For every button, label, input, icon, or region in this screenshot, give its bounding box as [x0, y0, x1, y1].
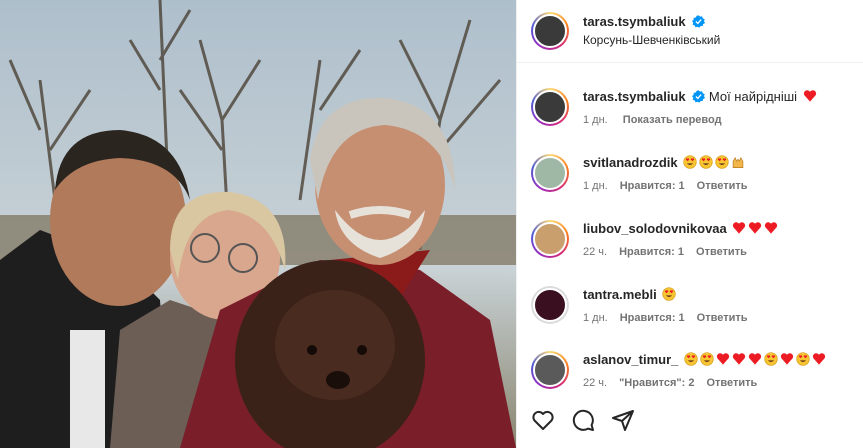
verified-badge-icon: [692, 90, 706, 103]
comment-time[interactable]: 22 ч.: [583, 377, 607, 389]
heart-emoji-icon: [780, 353, 794, 365]
comment-username[interactable]: liubov_solodovnikovaa: [583, 221, 727, 236]
comment-time[interactable]: 1 дн.: [583, 114, 608, 126]
heart-emoji-icon: [716, 353, 730, 365]
post-photo[interactable]: [0, 0, 516, 448]
commenter-avatar[interactable]: [531, 351, 569, 389]
reply-button[interactable]: Ответить: [696, 246, 747, 258]
comment-username[interactable]: tantra.mebli: [583, 287, 657, 302]
post-side-panel: taras.tsymbaliuk Корсунь-Шевченківський …: [516, 0, 863, 448]
comment-likes[interactable]: Нравится: 1: [620, 312, 685, 324]
reply-button[interactable]: Ответить: [706, 377, 757, 389]
heart-eyes-emoji-icon: [684, 352, 698, 366]
comment-time[interactable]: 1 дн.: [583, 180, 608, 192]
comment-likes[interactable]: "Нравится": 2: [619, 377, 694, 389]
like-icon[interactable]: [531, 408, 555, 432]
comment-time[interactable]: 1 дн.: [583, 312, 608, 324]
comment-item: tantra.mebli 1 дн. Нравится: 1 Ответить: [531, 286, 863, 324]
comment-item: svitlanadrozdik 1 дн. Нравится: 1 Ответить: [531, 154, 863, 192]
comment-emojis: [681, 155, 745, 170]
reply-button[interactable]: Ответить: [697, 312, 748, 324]
heart-emoji-icon: [732, 353, 746, 365]
heart-emoji-icon: [749, 222, 762, 234]
author-avatar[interactable]: [531, 88, 569, 126]
comment-likes[interactable]: Нравится: 1: [619, 246, 684, 258]
heart-emoji-icon: [748, 353, 762, 365]
post-header: taras.tsymbaliuk Корсунь-Шевченківський: [517, 0, 863, 63]
comment-username[interactable]: aslanov_timur_: [583, 352, 678, 367]
heart-eyes-emoji-icon: [699, 155, 713, 169]
commenter-avatar[interactable]: [531, 220, 569, 258]
caption-text: Мої найрідніші: [708, 89, 798, 104]
comment-username[interactable]: taras.tsymbaliuk: [583, 89, 686, 104]
post-location[interactable]: Корсунь-Шевченківський: [583, 31, 720, 49]
heart-icon: [803, 90, 816, 102]
heart-eyes-emoji-icon: [700, 352, 714, 366]
author-avatar[interactable]: [531, 12, 569, 50]
reply-button[interactable]: Ответить: [697, 180, 748, 192]
heart-emoji-icon: [733, 222, 746, 234]
comment-emojis: [730, 221, 778, 236]
comment-item: liubov_solodovnikovaa 22 ч. Нравится: 1 От…: [531, 220, 863, 258]
heart-emoji-icon: [765, 222, 778, 234]
caption-comment: taras.tsymbaliuk Мої найрідніші 1 дн. По…: [531, 88, 863, 126]
commenter-avatar[interactable]: [531, 286, 569, 324]
heart-eyes-emoji-icon: [715, 155, 729, 169]
heart-eyes-emoji-icon: [764, 352, 778, 366]
comment-icon[interactable]: [571, 408, 595, 432]
author-username[interactable]: taras.tsymbaliuk: [583, 14, 686, 29]
share-icon[interactable]: [611, 408, 635, 432]
heart-eyes-emoji-icon: [796, 352, 810, 366]
commenter-avatar[interactable]: [531, 154, 569, 192]
comment-likes[interactable]: Нравится: 1: [620, 180, 685, 192]
comment-username[interactable]: svitlanadrozdik: [583, 155, 678, 170]
heart-eyes-emoji-icon: [662, 287, 676, 301]
translate-button[interactable]: Показать перевод: [623, 114, 722, 126]
heart-eyes-emoji-icon: [683, 155, 697, 169]
raised-hands-emoji-icon: [733, 157, 744, 168]
comment-emojis: [682, 352, 826, 367]
heart-emoji-icon: [812, 353, 826, 365]
post-view: taras.tsymbaliuk Корсунь-Шевченківський …: [0, 0, 863, 448]
comment-time[interactable]: 22 ч.: [583, 246, 607, 258]
post-actions: [531, 408, 635, 432]
comment-emojis: [660, 287, 676, 302]
comment-item: aslanov_timur_ 22 ч. "Нравится": 2 Ответит…: [531, 351, 863, 389]
verified-badge-icon: [692, 15, 706, 28]
family-selfie-image: [0, 0, 516, 448]
